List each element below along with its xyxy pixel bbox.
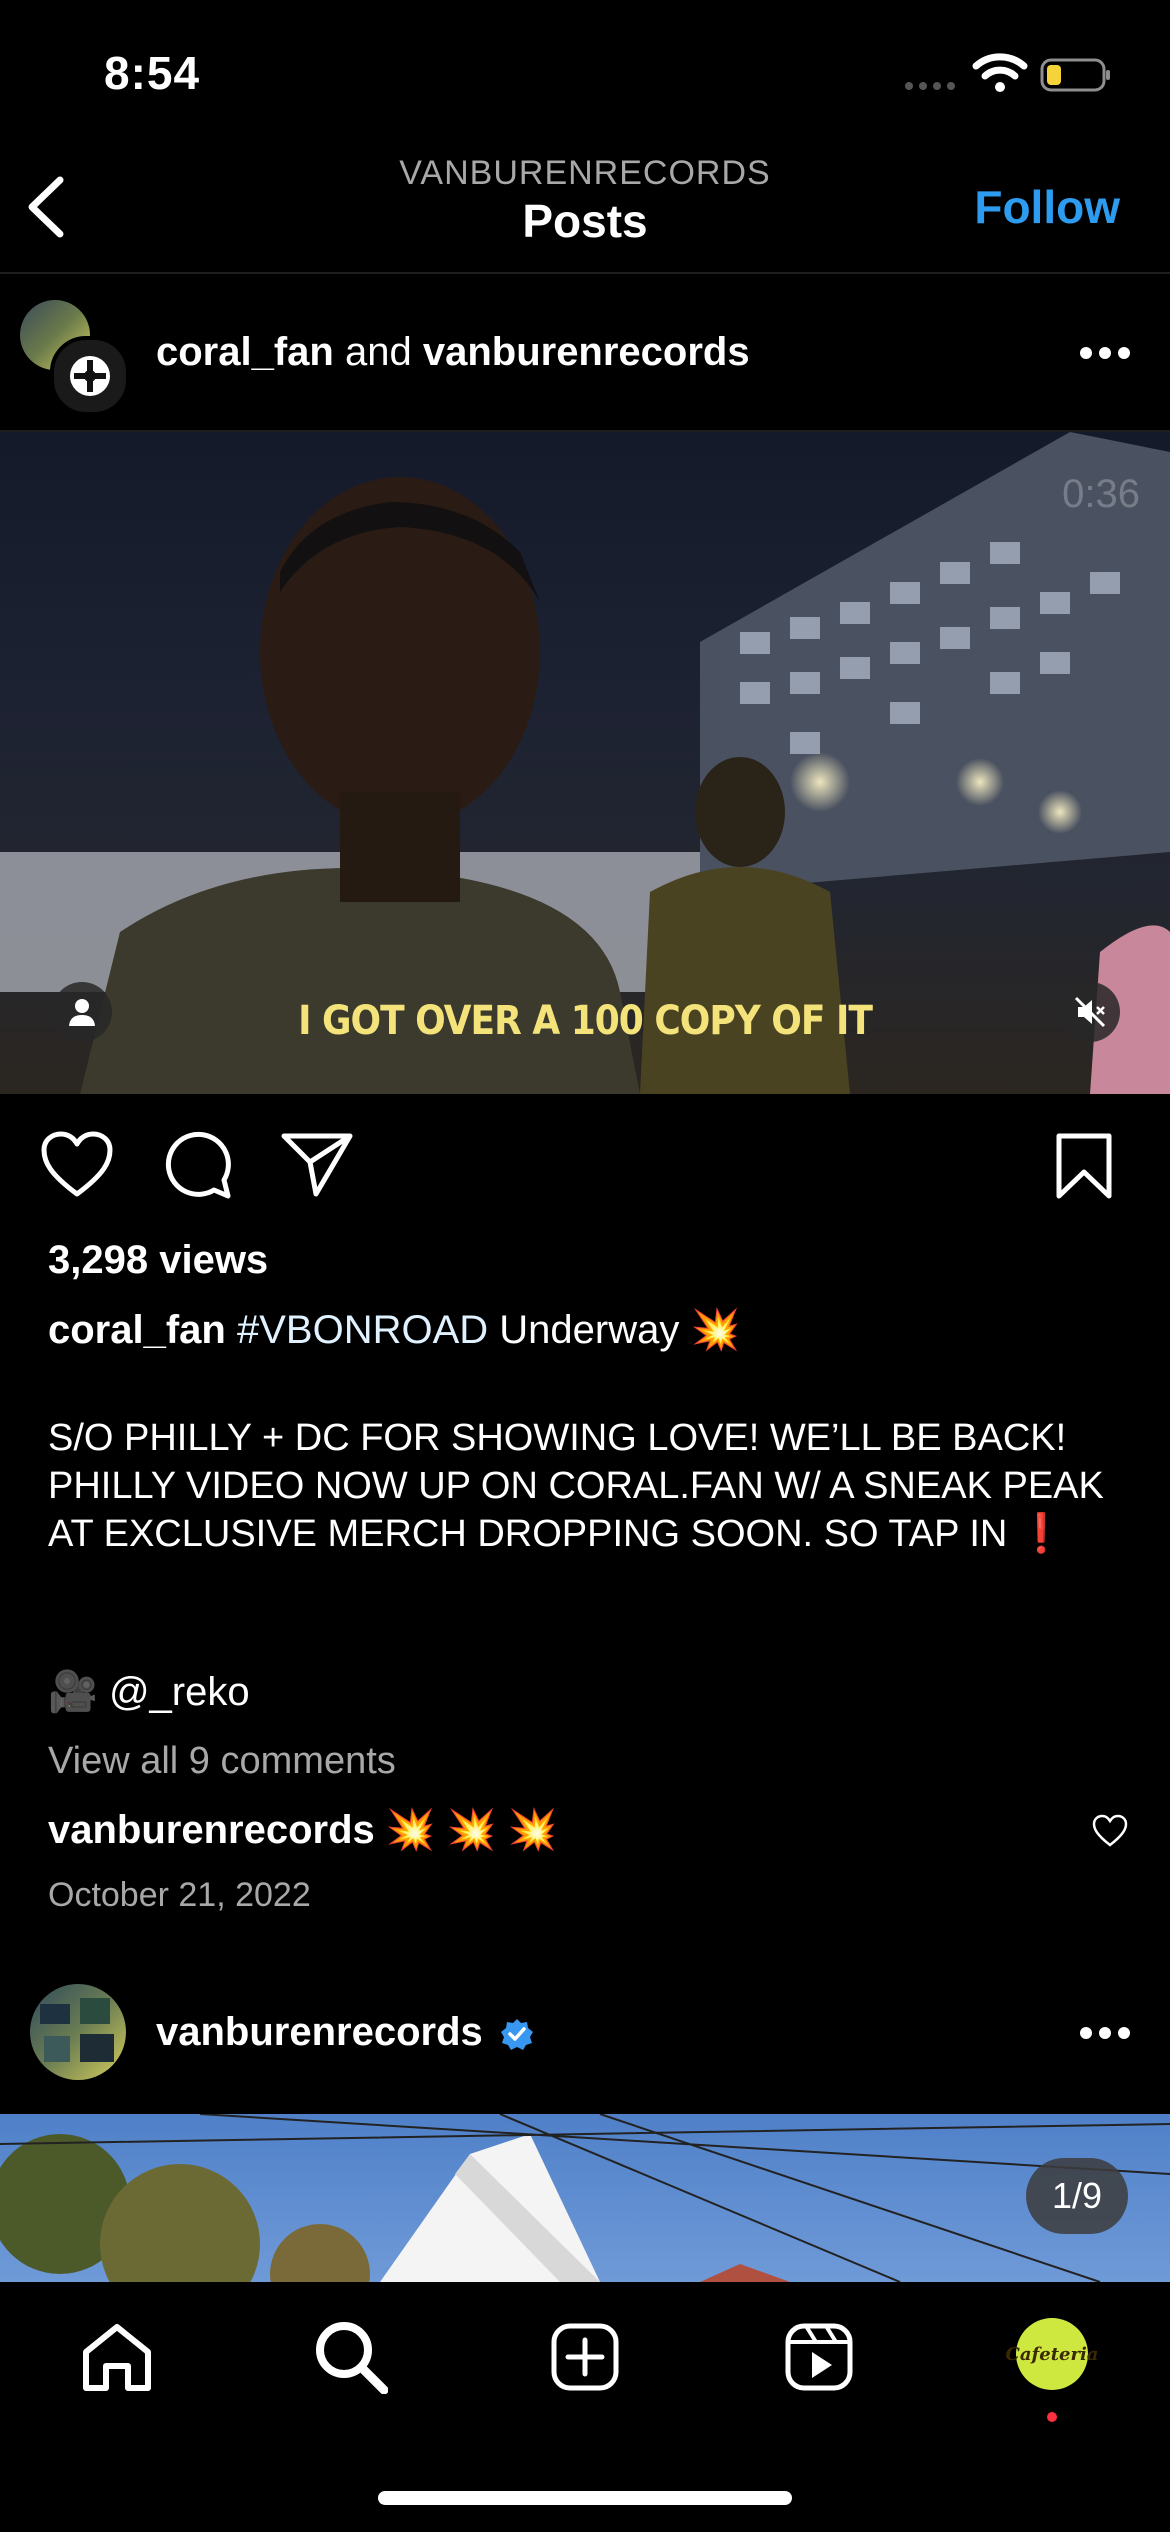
search-icon[interactable] xyxy=(314,2320,388,2394)
reels-icon[interactable] xyxy=(784,2322,854,2392)
post2-photo[interactable] xyxy=(0,2114,1170,2282)
follow-button[interactable]: Follow xyxy=(974,180,1120,234)
mute-button[interactable] xyxy=(1060,982,1120,1042)
header-divider xyxy=(0,272,1170,274)
comment-bubble-icon[interactable] xyxy=(162,1130,232,1200)
post-video[interactable] xyxy=(0,432,1170,1094)
coral-logo-icon xyxy=(70,356,110,396)
author-joiner: and xyxy=(333,330,423,374)
post2-username[interactable]: vanburenrecords xyxy=(156,2010,534,2055)
collab-avatars[interactable] xyxy=(20,300,130,416)
create-post-icon[interactable] xyxy=(550,2322,620,2392)
comment-username[interactable]: vanburenrecords xyxy=(48,1808,375,1852)
avatar-image xyxy=(40,1998,114,2062)
comment-row: vanburenrecords 💥 💥 💥 xyxy=(48,1806,558,1853)
post-options-icon[interactable] xyxy=(1080,347,1130,361)
profile-tab-avatar[interactable]: Cafeteria xyxy=(1006,2318,1098,2390)
cellular-signal-icon xyxy=(905,78,957,90)
tagged-people-button[interactable] xyxy=(52,982,112,1042)
video-duration: 0:36 xyxy=(1062,472,1140,516)
view-all-comments-link[interactable]: View all 9 comments xyxy=(48,1740,396,1783)
post-authors[interactable]: coral_fan and vanburenrecords xyxy=(156,330,750,375)
carousel-counter: 1/9 xyxy=(1026,2158,1128,2234)
author-coral-fan[interactable]: coral_fan xyxy=(156,330,334,374)
home-indicator[interactable] xyxy=(378,2491,792,2505)
speaker-muted-icon xyxy=(1074,996,1106,1028)
share-send-icon[interactable] xyxy=(280,1130,354,1200)
save-bookmark-icon[interactable] xyxy=(1054,1132,1114,1200)
post2-username-text[interactable]: vanburenrecords xyxy=(156,2010,483,2054)
post-date: October 21, 2022 xyxy=(48,1876,311,1914)
home-icon[interactable] xyxy=(80,2322,154,2392)
person-icon xyxy=(69,999,95,1026)
post-caption: coral_fan #VBONROAD Underway 💥 xyxy=(48,1306,1128,1354)
view-count[interactable]: 3,298 views xyxy=(48,1238,268,1283)
comment-text: 💥 💥 💥 xyxy=(385,1808,558,1852)
caption-hashtag[interactable]: #VBONROAD xyxy=(237,1308,488,1352)
battery-icon xyxy=(1040,58,1110,92)
post2-options-icon[interactable] xyxy=(1080,2027,1130,2041)
avatar-coral-fan xyxy=(50,336,130,416)
verified-badge-icon xyxy=(500,2019,533,2050)
credit-mention[interactable]: @_reko xyxy=(109,1670,250,1714)
video-subtitle: I GOT OVER A 100 COPY OF IT xyxy=(298,998,873,1044)
author-vanburenrecords[interactable]: vanburenrecords xyxy=(423,330,750,374)
like-heart-icon[interactable] xyxy=(40,1130,114,1198)
video-frame xyxy=(0,432,1170,1094)
caption-username[interactable]: coral_fan xyxy=(48,1308,226,1352)
wifi-icon xyxy=(972,53,1028,92)
caption-text: Underway 💥 xyxy=(488,1308,741,1352)
camera-emoji-icon: 🎥 xyxy=(48,1670,98,1714)
comment-like-heart-icon[interactable] xyxy=(1092,1814,1128,1848)
avatar-vanburenrecords-post2[interactable] xyxy=(30,1984,126,2080)
caption-body: S/O PHILLY + DC FOR SHOWING LOVE! WE’LL … xyxy=(48,1417,1104,1555)
photo-image xyxy=(0,2114,1170,2282)
notification-dot xyxy=(1047,2412,1057,2422)
status-time: 8:54 xyxy=(104,47,201,99)
caption-credit: 🎥 @_reko xyxy=(48,1668,250,1715)
